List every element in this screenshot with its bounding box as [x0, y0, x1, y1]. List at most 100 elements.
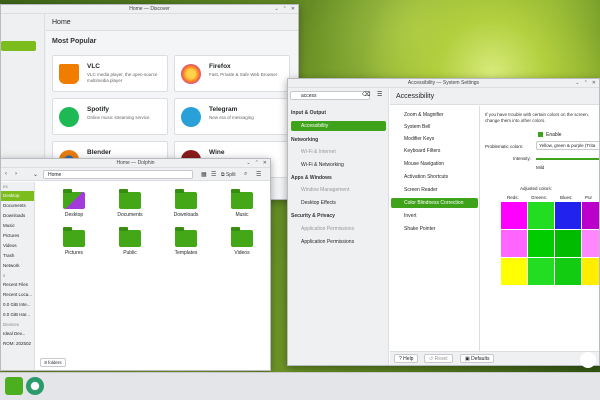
folder-icon: [231, 189, 253, 209]
search-icon[interactable]: ⌕: [244, 171, 247, 178]
help-button[interactable]: ? Help: [394, 354, 419, 363]
close-icon[interactable]: ✕: [291, 5, 295, 14]
places-item[interactable]: 0.0 GiB Inte...: [1, 300, 34, 310]
maximize-icon[interactable]: ⌃: [255, 159, 259, 168]
folder-item[interactable]: Pictures: [46, 227, 102, 256]
module-item[interactable]: Modifier Keys: [391, 134, 478, 144]
clear-icon[interactable]: ⌫: [362, 91, 370, 98]
places-item[interactable]: Downloads: [1, 211, 34, 221]
location-bar[interactable]: Home: [43, 170, 193, 179]
places-item[interactable]: 0.0 GiB Har...: [1, 310, 34, 320]
color-swatch: [555, 230, 581, 257]
folder-name: Pictures: [64, 250, 84, 256]
intensity-label: Intensity:: [513, 156, 532, 161]
view-list-icon[interactable]: ☰: [211, 171, 216, 178]
module-item[interactable]: Mouse Navigation: [391, 159, 478, 169]
back-icon[interactable]: ‹: [5, 171, 7, 177]
chevron-down-icon[interactable]: ⌄: [33, 171, 38, 178]
places-item[interactable]: ROM: 202502: [1, 339, 34, 349]
view-mode-icon[interactable]: ▦: [201, 171, 207, 178]
dolphin-window[interactable]: Home — Dolphin ⌄ ⌃ ✕ ‹ › ⌄ Home ▦ ☰ ⧉ Spli…: [0, 158, 271, 371]
close-icon[interactable]: ✕: [592, 79, 596, 88]
folder-icon: [175, 189, 197, 209]
sidebar-item-window-management[interactable]: Window Management: [291, 185, 386, 195]
file-view: Desktop Documents Downloads Music Pictur…: [36, 182, 270, 370]
sidebar-item-wifi-networking[interactable]: Wi-Fi & Networking: [291, 160, 386, 170]
problematic-select[interactable]: Yellow, green & purple (Trita: [536, 141, 599, 150]
app-name: VLC: [87, 63, 100, 70]
folder-item[interactable]: Documents: [102, 189, 158, 218]
places-section: s: [3, 273, 6, 278]
folder-item[interactable]: Music: [214, 189, 270, 218]
folder-item[interactable]: Public: [102, 227, 158, 256]
settings-window[interactable]: Accessibility — System Settings ⌄ ⌃ ✕ acce…: [287, 78, 600, 366]
places-item[interactable]: Trash: [1, 251, 34, 261]
module-item[interactable]: Activation Shortcuts: [391, 172, 478, 182]
places-item[interactable]: Music: [1, 221, 34, 231]
reset-button[interactable]: ↺ Reset: [424, 354, 453, 363]
places-item[interactable]: Recent Files: [1, 280, 34, 290]
folder-item[interactable]: Downloads: [158, 189, 214, 218]
sidebar-item-desktop-effects[interactable]: Desktop Effects: [291, 198, 386, 208]
defaults-button[interactable]: ▣ Defaults: [460, 354, 495, 363]
folder-item[interactable]: Videos: [214, 227, 270, 256]
discover-titlebar[interactable]: Home — Discover ⌄ ⌃ ✕: [1, 5, 298, 14]
places-item[interactable]: Ideal Dev...: [1, 329, 34, 339]
places-item[interactable]: Pictures: [1, 231, 34, 241]
maximize-icon[interactable]: ⌃: [584, 79, 588, 88]
app-card-spotify[interactable]: Spotify Online music streaming service: [52, 98, 168, 135]
color-swatch: [582, 258, 599, 285]
sidebar-item-accessibility[interactable]: Accessibility: [291, 121, 386, 131]
close-icon[interactable]: ✕: [263, 159, 267, 168]
settings-titlebar[interactable]: Accessibility — System Settings ⌄ ⌃ ✕: [288, 79, 599, 88]
folder-item[interactable]: Templates: [158, 227, 214, 256]
module-item[interactable]: Zoom & Magnifier: [391, 110, 478, 120]
module-item[interactable]: Shake Pointer: [391, 224, 478, 234]
sidebar-item-wifi-internet[interactable]: Wi-Fi & Internet: [291, 147, 386, 157]
module-item[interactable]: Keyboard Filters: [391, 146, 478, 156]
color-swatch: [582, 202, 599, 229]
places-section: es: [3, 184, 8, 189]
module-item-color-blindness[interactable]: Color Blindness Correction: [391, 198, 478, 208]
places-item[interactable]: Recent Loca...: [1, 290, 34, 300]
sidebar-item-app-permissions[interactable]: Application Permissions: [291, 224, 386, 234]
app-desc: New era of messaging: [209, 115, 254, 120]
category-label: Input & Output: [291, 110, 326, 116]
window-title: Home — Dolphin: [116, 160, 155, 166]
app-card-telegram[interactable]: Telegram New era of messaging: [174, 98, 290, 135]
folder-name: Public: [123, 250, 137, 256]
module-item[interactable]: System Bell: [391, 122, 478, 132]
app-desc: Online music streaming service: [87, 115, 150, 120]
discover-taskbar-icon[interactable]: [26, 377, 44, 395]
module-item[interactable]: Invert: [391, 211, 478, 221]
minimize-icon[interactable]: ⌄: [246, 159, 250, 168]
places-item[interactable]: Network: [1, 261, 34, 271]
app-launcher-icon[interactable]: [5, 377, 23, 395]
places-item[interactable]: Videos: [1, 241, 34, 251]
menu-icon[interactable]: ☰: [377, 91, 382, 98]
channel-label: Pur: [585, 195, 593, 200]
minimize-icon[interactable]: ⌄: [575, 79, 579, 88]
folder-icon: [63, 189, 85, 209]
color-swatch: [501, 230, 527, 257]
menu-icon[interactable]: ☰: [256, 171, 261, 178]
sidebar-item-app-permissions-2[interactable]: Application Permissions: [291, 237, 386, 247]
module-item[interactable]: Screen Reader: [391, 185, 478, 195]
sidebar-item-home[interactable]: [1, 41, 36, 51]
page-title: Home: [46, 14, 298, 31]
penguin-logo-icon: [580, 352, 596, 368]
places-item[interactable]: Desktop: [1, 191, 34, 201]
split-button[interactable]: ⧉ Split: [221, 172, 236, 178]
dolphin-titlebar[interactable]: Home — Dolphin ⌄ ⌃ ✕: [1, 159, 270, 168]
enable-checkbox[interactable]: Enable: [538, 132, 562, 138]
app-card-firefox[interactable]: Firefox Fast, Private & Safe Web Browser: [174, 55, 290, 92]
places-item[interactable]: Documents: [1, 201, 34, 211]
folder-item[interactable]: Desktop: [46, 189, 102, 218]
intensity-slider[interactable]: [536, 158, 599, 160]
folder-name: Downloads: [173, 212, 199, 218]
forward-icon[interactable]: ›: [15, 171, 17, 177]
app-card-vlc[interactable]: VLC VLC media player, the open-source mul…: [52, 55, 168, 92]
maximize-icon[interactable]: ⌃: [283, 5, 287, 14]
search-input[interactable]: access: [290, 91, 370, 100]
minimize-icon[interactable]: ⌄: [274, 5, 278, 14]
